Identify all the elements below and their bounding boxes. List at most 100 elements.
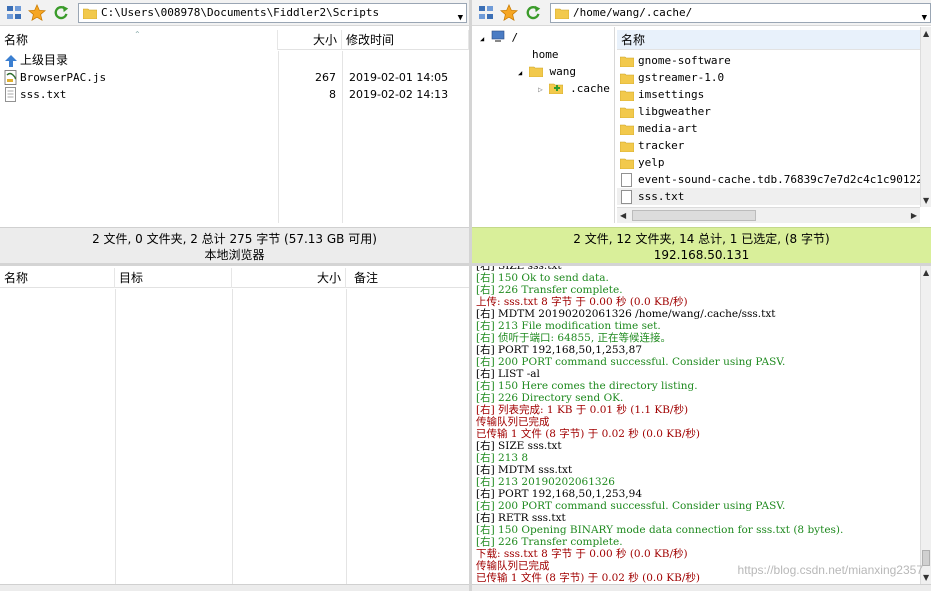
folder-icon: [620, 73, 634, 84]
remote-folder-row[interactable]: media-art: [617, 120, 920, 137]
queue-col-target[interactable]: 目标: [115, 268, 232, 288]
transfer-queue-pane: 名称 目标 大小 备注: [0, 266, 469, 591]
tree-node-cache[interactable]: ▷ .cache: [538, 80, 610, 97]
tree-node-wang[interactable]: ◢ wang: [518, 63, 576, 80]
local-status-summary: 2 文件, 0 文件夹, 2 总计 275 字节 (57.13 GB 可用): [92, 232, 377, 246]
file-name: BrowserPAC.js: [20, 71, 107, 84]
remote-status-summary: 2 文件, 12 文件夹, 14 总计, 1 已选定, (8 字节): [573, 232, 830, 246]
remote-col-name[interactable]: 名称: [617, 30, 920, 50]
local-refresh-button[interactable]: [51, 3, 71, 23]
remote-folder-row[interactable]: libgweather: [617, 103, 920, 120]
remote-status-host: 192.168.50.131: [653, 248, 750, 262]
remote-horizontal-scrollbar[interactable]: ◀ ▶: [617, 207, 920, 223]
log-text: 213 File modification time set.: [498, 320, 661, 332]
remote-file-list: gnome-software gstreamer-1.0 imsettings …: [617, 51, 920, 207]
local-path-input[interactable]: C:\Users\008978\Documents\Fiddler2\Scrip…: [78, 3, 467, 23]
log-line: 下载: sss.txt 8 字节 于 0.00 秒 (0.0 KB/秒): [476, 548, 688, 560]
log-prefix: [右]: [476, 392, 495, 404]
queue-col-name[interactable]: 名称: [0, 268, 115, 288]
column-divider: [346, 289, 347, 584]
file-name: imsettings: [638, 88, 705, 101]
log-text: 侦听于端口: 64855, 正在等候连接。: [498, 332, 671, 344]
file-name: yelp: [638, 156, 665, 169]
local-col-size[interactable]: 大小: [278, 30, 342, 50]
queue-col-note[interactable]: 备注: [346, 268, 469, 288]
folder-icon: [528, 66, 544, 78]
tree-node-root[interactable]: ◢ /: [480, 29, 518, 46]
log-text: PORT 192,168,50,1,253,94: [498, 488, 642, 500]
log-text: 150 Here comes the directory listing.: [498, 380, 698, 392]
remote-favorites-button[interactable]: [499, 3, 519, 23]
tree-expander[interactable]: ◢: [518, 69, 522, 77]
log-text: 150 Ok to send data.: [498, 272, 609, 284]
scroll-thumb[interactable]: [922, 550, 930, 566]
local-list-header: 名称 ⌃ 大小 修改时间: [0, 30, 469, 50]
remote-folder-row[interactable]: tracker: [617, 137, 920, 154]
tree-node-home[interactable]: home: [514, 46, 559, 63]
folder-icon: [620, 56, 634, 67]
log-prefix: [右]: [476, 332, 495, 344]
log-vertical-scrollbar[interactable]: ▲ ▼: [920, 266, 931, 584]
log-line: [右] 213 8: [476, 452, 528, 464]
remote-connect-button[interactable]: [476, 3, 496, 23]
log-prefix: [右]: [476, 500, 495, 512]
remote-file-row[interactable]: event-sound-cache.tdb.76839c7e7d2c4c1c90…: [617, 171, 920, 188]
folder-icon: [620, 124, 634, 135]
remote-folder-row[interactable]: gnome-software: [617, 52, 920, 69]
log-bottom-bar: [472, 584, 931, 591]
folder-add-icon: [549, 83, 564, 95]
local-toolbar: C:\Users\008978\Documents\Fiddler2\Scrip…: [0, 0, 469, 26]
log-line: 已传输 1 文件 (8 字节) 于 0.02 秒 (0.0 KB/秒): [476, 572, 700, 584]
remote-folder-row[interactable]: imsettings: [617, 86, 920, 103]
local-favorites-button[interactable]: [27, 3, 47, 23]
log-text: 150 Opening BINARY mode data connection …: [498, 524, 844, 536]
remote-vertical-scrollbar[interactable]: ▲ ▼: [920, 27, 931, 207]
log-prefix: [右]: [476, 272, 495, 284]
remote-refresh-button[interactable]: [523, 3, 543, 23]
column-divider: [232, 289, 233, 584]
log-text: MDTM 20190202061326 /home/wang/.cache/ss…: [498, 308, 776, 320]
scroll-thumb[interactable]: [632, 210, 756, 221]
local-drives-button[interactable]: [4, 3, 24, 23]
remote-folder-row[interactable]: yelp: [617, 154, 920, 171]
tree-expander[interactable]: ▷: [538, 85, 543, 94]
log-prefix: [右]: [476, 380, 495, 392]
file-size: 267: [315, 71, 336, 84]
log-prefix: [右]: [476, 320, 495, 332]
local-file-row[interactable]: BrowserPAC.js 267 2019-02-01 14:05: [0, 69, 469, 86]
log-prefix: [右]: [476, 368, 495, 380]
remote-file-row-selected[interactable]: sss.txt: [617, 188, 920, 205]
remote-pane: /home/wang/.cache/ ▼ ◢ / home ◢ wang ▷ .…: [472, 0, 931, 263]
watermark: https://blog.csdn.net/mianxing2357: [737, 563, 923, 577]
remote-status-bar: 2 文件, 12 文件夹, 14 总计, 1 已选定, (8 字节) 192.1…: [472, 227, 931, 263]
parent-dir-row[interactable]: 上级目录: [0, 52, 278, 69]
remote-path-input[interactable]: /home/wang/.cache/ ▼: [550, 3, 931, 23]
remote-folder-row[interactable]: gstreamer-1.0: [617, 69, 920, 86]
log-line: [右] 213 20190202061326: [476, 476, 615, 488]
file-name: libgweather: [638, 105, 711, 118]
log-line: [右] 200 PORT command successful. Conside…: [476, 500, 785, 512]
log-text: 上传: sss.txt 8 字节 于 0.00 秒 (0.0 KB/秒): [476, 296, 688, 308]
chevron-down-icon[interactable]: ▼: [458, 9, 463, 22]
file-name: media-art: [638, 122, 698, 135]
log-text: 226 Transfer complete.: [498, 284, 623, 296]
tree-expander[interactable]: ◢: [480, 35, 484, 43]
file-name: gstreamer-1.0: [638, 71, 725, 84]
chevron-down-icon[interactable]: ▼: [922, 9, 927, 22]
tree-label: home: [532, 48, 559, 61]
file-name: sss.txt: [20, 88, 67, 101]
log-line: 上传: sss.txt 8 字节 于 0.00 秒 (0.0 KB/秒): [476, 296, 688, 308]
local-status-bar: 2 文件, 0 文件夹, 2 总计 275 字节 (57.13 GB 可用) 本…: [0, 227, 469, 263]
log-prefix: [右]: [476, 356, 495, 368]
local-status-label: 本地浏览器: [204, 248, 265, 262]
log-prefix: [右]: [476, 344, 495, 356]
file-size: 8: [329, 88, 336, 101]
refresh-icon: [54, 5, 69, 20]
log-text: 200 PORT command successful. Consider us…: [498, 500, 786, 512]
local-file-row[interactable]: sss.txt 8 2019-02-02 14:13: [0, 86, 469, 103]
queue-col-size[interactable]: 大小: [232, 268, 346, 288]
log-text: 传输队列已完成: [476, 560, 550, 572]
column-divider: [115, 289, 116, 584]
local-col-modified[interactable]: 修改时间: [342, 30, 469, 50]
up-arrow-icon: [5, 55, 17, 67]
